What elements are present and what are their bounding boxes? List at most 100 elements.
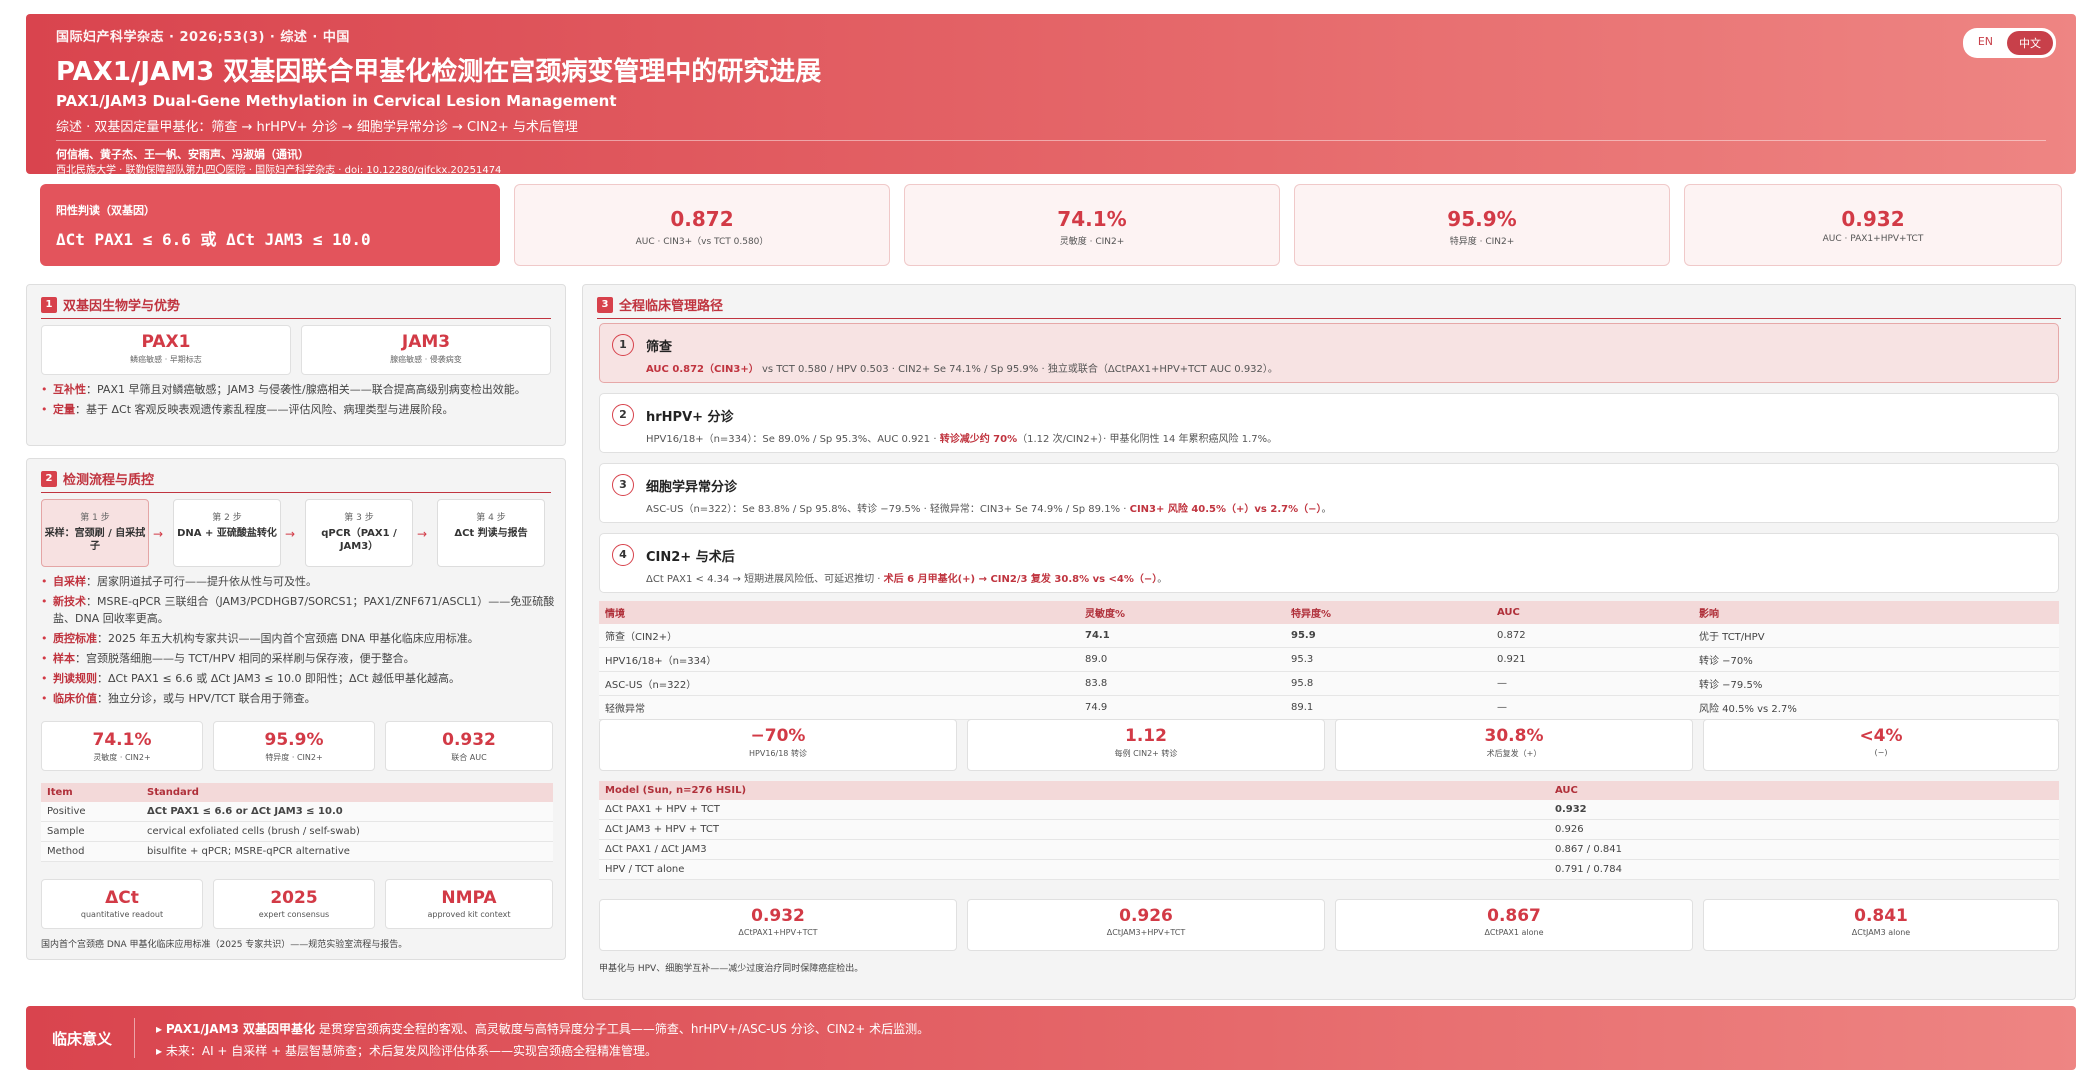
column-header: Item bbox=[41, 783, 141, 802]
table-row: ΔCt PAX1 + HPV + TCT 0.932 bbox=[599, 800, 2059, 820]
footer-text: 是贯穿宫颈病变全程的客观、高灵敏度与高特异度分子工具——筛查、hrHPV+/AS… bbox=[315, 1022, 930, 1036]
step-text: ΔCt 判读与报告 bbox=[454, 528, 528, 539]
table-cell: ΔCt JAM3 + HPV + TCT bbox=[599, 819, 1549, 840]
kpi-card: 74.1% 灵敏度 · CIN2+ bbox=[904, 184, 1280, 266]
step-qpcr[interactable]: 第 3 步 qPCR（PAX1 / JAM3） bbox=[305, 499, 413, 567]
step-text: 采样：宫颈刷 / 自采拭子 bbox=[44, 528, 146, 552]
bullet-text: ：PAX1 早筛且对鳞癌敏感；JAM3 与侵袭性/腺癌相关——联合提高高级别病变… bbox=[86, 383, 526, 396]
lang-en-button[interactable]: EN bbox=[1966, 31, 2005, 55]
step-text: qPCR（PAX1 / JAM3） bbox=[321, 528, 397, 552]
pathway-desc: HPV16/18+（n=334）：Se 89.0% / Sp 95.3%、AUC… bbox=[646, 430, 1277, 445]
stat-value: NMPA bbox=[441, 888, 497, 908]
panel-workflow: 2 检测流程与质控 第 1 步 采样：宫颈刷 / 自采拭子 → 第 2 步 DN… bbox=[26, 458, 566, 960]
table-row: 筛查（CIN2+） 74.1 95.9 0.872 优于 TCT/HPV bbox=[599, 624, 2059, 648]
bullet-list: 互补性：PAX1 早筛且对鳞癌敏感；JAM3 与侵袭性/腺癌相关——联合提高高级… bbox=[41, 381, 556, 421]
section-note: 甲基化与 HPV、细胞学互补——减少过度治疗同时保障癌症检出。 bbox=[599, 964, 864, 974]
stat-value: 0.932 bbox=[442, 730, 496, 750]
column-header: Model (Sun, n=276 HSIL) bbox=[599, 781, 1549, 800]
table-header-row: Model (Sun, n=276 HSIL) AUC bbox=[599, 781, 2059, 800]
table-cell: ASC-US（n=322） bbox=[599, 671, 1079, 696]
step-bisulfite[interactable]: 第 2 步 DNA + 亚硫酸盐转化 bbox=[173, 499, 281, 567]
stat-value: ΔCt bbox=[105, 888, 139, 908]
pathway-card-hrhpv[interactable]: 2 hrHPV+ 分诊 HPV16/18+（n=334）：Se 89.0% / … bbox=[599, 393, 2059, 453]
table-cell: — bbox=[1491, 695, 1693, 720]
footer-text: 未来：AI + 自采样 + 基层智慧筛查；术后复发风险评估体系——实现宫颈癌全程… bbox=[165, 1044, 657, 1058]
step-number: 第 1 步 bbox=[80, 513, 110, 523]
topic-line: 综述 · 双基因定量甲基化：筛查 → hrHPV+ 分诊 → 细胞学异常分诊 →… bbox=[56, 120, 578, 135]
arrow-icon: → bbox=[417, 527, 428, 541]
stat-value: <4% bbox=[1859, 726, 1903, 746]
arrow-icon: → bbox=[285, 527, 296, 541]
kpi-positive-rule: 阳性判读（双基因） ΔCt PAX1 ≤ 6.6 或 ΔCt JAM3 ≤ 10… bbox=[40, 184, 500, 266]
pathway-title: hrHPV+ 分诊 bbox=[646, 410, 734, 425]
column-header: AUC bbox=[1491, 601, 1693, 624]
stat-label: HPV16/18 转诊 bbox=[749, 749, 807, 758]
table-cell: ΔCt PAX1 + HPV + TCT bbox=[599, 800, 1549, 820]
list-item: 互补性：PAX1 早筛且对鳞癌敏感；JAM3 与侵袭性/腺癌相关——联合提高高级… bbox=[41, 381, 556, 398]
pathway-card-cytology[interactable]: 3 细胞学异常分诊 ASC-US（n=322）：Se 83.8% / Sp 95… bbox=[599, 463, 2059, 523]
footer-line: ▸ 未来：AI + 自采样 + 基层智慧筛查；术后复发风险评估体系——实现宫颈癌… bbox=[156, 1042, 657, 1059]
table-cell: 0.932 bbox=[1549, 800, 2059, 820]
list-item: 样本：宫颈脱落细胞——与 TCT/HPV 相同的采样刷与保存液，便于整合。 bbox=[41, 650, 556, 667]
column-header: Standard bbox=[141, 783, 553, 802]
table-cell: cervical exfoliated cells (brush / self-… bbox=[141, 821, 553, 842]
table-cell: 95.8 bbox=[1285, 671, 1491, 696]
gene-box-jam3: JAM3 腺癌敏感 · 侵袭病变 bbox=[301, 325, 551, 375]
step-text: DNA + 亚硫酸盐转化 bbox=[177, 528, 277, 539]
desc-text: 。 bbox=[1157, 574, 1168, 585]
kpi-main-label: 阳性判读（双基因） bbox=[56, 204, 155, 217]
table-header-row: Item Standard bbox=[41, 783, 553, 802]
stat-card: <4% (−) bbox=[1703, 719, 2059, 771]
pathway-title: CIN2+ 与术后 bbox=[646, 550, 735, 565]
desc-text: ΔCt PAX1 < 4.34 → 短期进展风险低、可延迟推切 · bbox=[646, 574, 884, 585]
desc-text: HPV16/18+（n=334）：Se 89.0% / Sp 95.3%、AUC… bbox=[646, 434, 940, 445]
table-cell: HPV16/18+（n=334） bbox=[599, 647, 1079, 672]
table-cell: 0.791 / 0.784 bbox=[1549, 859, 2059, 880]
table-cell: — bbox=[1491, 671, 1693, 696]
table-row: Method bisulfite + qPCR; MSRE-qPCR alter… bbox=[41, 841, 553, 862]
bullet-key: 判读规则 bbox=[53, 672, 97, 685]
table-cell: 74.9 bbox=[1079, 695, 1285, 720]
panel-pathway: 3 全程临床管理路径 1 筛查 AUC 0.872（CIN3+） vs TCT … bbox=[582, 284, 2076, 1000]
table-cell: 83.8 bbox=[1079, 671, 1285, 696]
model-auc-table: Model (Sun, n=276 HSIL) AUC ΔCt PAX1 + H… bbox=[599, 781, 2059, 880]
page-title: PAX1/JAM3 双基因联合甲基化检测在宫颈病变管理中的研究进展 bbox=[56, 57, 822, 87]
lang-zh-button[interactable]: 中文 bbox=[2007, 31, 2053, 55]
table-cell: 74.1 bbox=[1079, 624, 1285, 648]
table-cell: ΔCt PAX1 / ΔCt JAM3 bbox=[599, 839, 1549, 860]
arrow-icon: → bbox=[153, 527, 164, 541]
table-row: Sample cervical exfoliated cells (brush … bbox=[41, 821, 553, 842]
stat-label: 术后复发（+） bbox=[1486, 749, 1542, 758]
stat-value: 0.867 bbox=[1487, 906, 1541, 926]
english-subtitle: PAX1/JAM3 Dual-Gene Methylation in Cervi… bbox=[56, 92, 617, 110]
table-cell: 0.867 / 0.841 bbox=[1549, 839, 2059, 860]
step-sampling[interactable]: 第 1 步 采样：宫颈刷 / 自采拭子 bbox=[41, 499, 149, 567]
stat-card: 0.932 ΔCtPAX1+HPV+TCT bbox=[599, 899, 957, 951]
table-row: ASC-US（n=322） 83.8 95.8 — 转诊 −79.5% bbox=[599, 671, 2059, 696]
doi-link[interactable]: 10.12280/gjfckx.20251474 bbox=[366, 165, 501, 176]
footer-emphasis: PAX1/JAM3 双基因甲基化 bbox=[165, 1022, 316, 1036]
step-report[interactable]: 第 4 步 ΔCt 判读与报告 bbox=[437, 499, 545, 567]
stat-card: 0.841 ΔCtJAM3 alone bbox=[1703, 899, 2059, 951]
table-cell: bisulfite + qPCR; MSRE-qPCR alternative bbox=[141, 841, 553, 862]
kpi-label: 特异度 · CIN2+ bbox=[1449, 237, 1515, 247]
stat-card: 2025 expert consensus bbox=[213, 879, 375, 929]
language-toggle: EN 中文 bbox=[1962, 28, 2056, 58]
section-title-text: 全程临床管理路径 bbox=[619, 299, 724, 314]
list-item: 新技术：MSRE-qPCR 三联组合（JAM3/PCDHGB7/SORCS1；P… bbox=[41, 593, 556, 627]
stat-card: −70% HPV16/18 转诊 bbox=[599, 719, 957, 771]
table-cell: 筛查（CIN2+） bbox=[599, 624, 1079, 648]
section-number: 2 bbox=[41, 470, 57, 487]
pathway-card-screening[interactable]: 1 筛查 AUC 0.872（CIN3+） vs TCT 0.580 / HPV… bbox=[599, 323, 2059, 383]
bullet-key: 新技术 bbox=[53, 595, 86, 608]
stat-value: 0.926 bbox=[1119, 906, 1173, 926]
section-title: 2 检测流程与质控 bbox=[41, 469, 551, 493]
list-item: 自采样：居家阴道拭子可行——提升依从性与可及性。 bbox=[41, 573, 556, 590]
pathway-card-cin2[interactable]: 4 CIN2+ 与术后 ΔCt PAX1 < 4.34 → 短期进展风险低、可延… bbox=[599, 533, 2059, 593]
table-cell: 95.3 bbox=[1285, 647, 1491, 672]
footer-title: 临床意义 bbox=[52, 1030, 113, 1048]
step-number: 第 3 步 bbox=[344, 513, 374, 523]
stat-label: ΔCtJAM3 alone bbox=[1851, 928, 1911, 937]
list-item: 定量：基于 ΔCt 客观反映表观遗传紊乱程度——评估风险、病理类型与进展阶段。 bbox=[41, 401, 556, 418]
pathway-desc: AUC 0.872（CIN3+） vs TCT 0.580 / HPV 0.50… bbox=[646, 360, 1278, 375]
